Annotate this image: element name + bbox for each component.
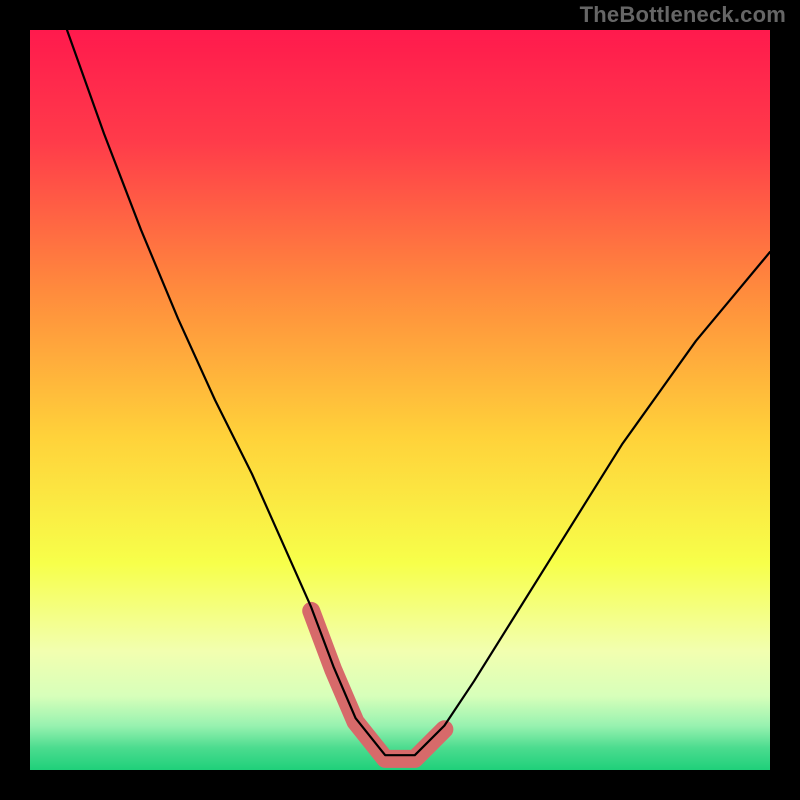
watermark-text: TheBottleneck.com: [580, 2, 786, 28]
bottleneck-chart: [0, 0, 800, 800]
chart-frame: TheBottleneck.com: [0, 0, 800, 800]
plot-background: [30, 30, 770, 770]
